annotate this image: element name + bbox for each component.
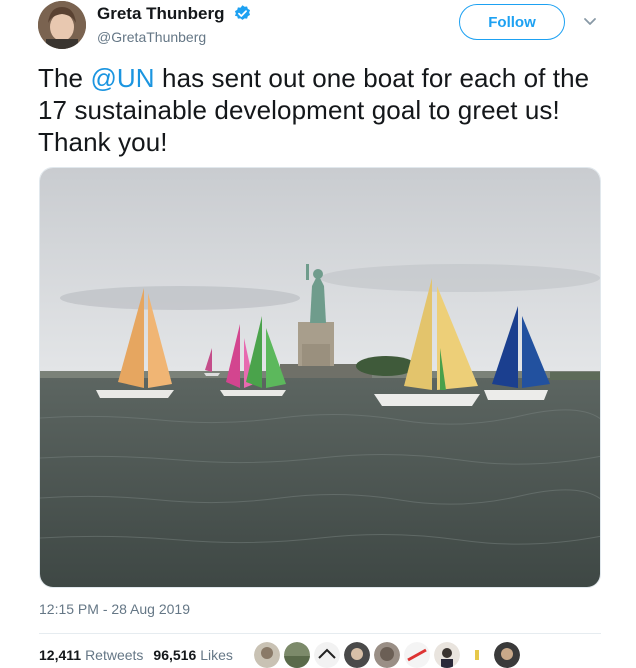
- author-name[interactable]: Greta Thunberg: [97, 4, 225, 24]
- liker-avatar[interactable]: [254, 642, 280, 668]
- retweets-stat[interactable]: 12,411 Retweets: [39, 647, 143, 663]
- likes-stat[interactable]: 96,516 Likes: [153, 647, 233, 663]
- tweet-text: The @UN has sent out one boat for each o…: [38, 62, 608, 158]
- verified-badge-icon: [234, 5, 251, 20]
- retweets-count: 12,411: [39, 647, 82, 663]
- chevron-down-icon[interactable]: [580, 14, 600, 30]
- follow-button[interactable]: Follow: [459, 4, 565, 40]
- tweet-timestamp[interactable]: 12:15 PM - 28 Aug 2019: [39, 601, 190, 617]
- likes-count: 96,516: [153, 647, 197, 663]
- liker-avatar[interactable]: [314, 642, 340, 668]
- tweet-stats: 12,411 Retweets 96,516 Likes: [39, 647, 243, 663]
- author-avatar[interactable]: [38, 1, 86, 49]
- tweet-photo[interactable]: [39, 167, 601, 588]
- liker-avatar[interactable]: [464, 642, 490, 668]
- tweet-text-start: The: [38, 63, 91, 93]
- likes-label: Likes: [200, 647, 233, 663]
- liker-avatar[interactable]: [374, 642, 400, 668]
- liker-avatar[interactable]: [434, 642, 460, 668]
- author-handle[interactable]: @GretaThunberg: [97, 29, 206, 45]
- divider: [39, 633, 601, 634]
- liker-avatar[interactable]: [404, 642, 430, 668]
- retweets-label: Retweets: [85, 647, 144, 663]
- liker-avatar[interactable]: [284, 642, 310, 668]
- liker-avatar[interactable]: [344, 642, 370, 668]
- mention-link[interactable]: @UN: [90, 63, 154, 93]
- likers-avatars: [254, 642, 520, 668]
- liker-avatar[interactable]: [494, 642, 520, 668]
- tweet-photo-scene: [40, 168, 600, 587]
